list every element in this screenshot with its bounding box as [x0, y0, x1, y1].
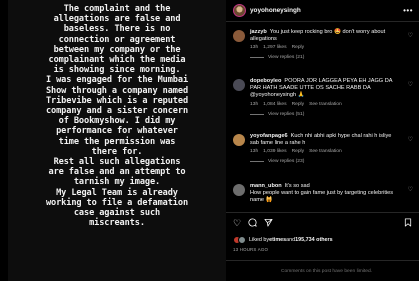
view-replies-button[interactable]: View replies (23)	[250, 159, 413, 164]
comment-meta: 13h 1,084 likes Reply See translation	[250, 102, 400, 107]
commenter-username[interactable]: dopeboyleo	[250, 78, 281, 84]
comment-heart-icon[interactable]: ♡	[408, 186, 413, 193]
comment-heart-icon[interactable]: ♡	[408, 32, 413, 39]
comment-time: 13h	[250, 45, 259, 51]
instagram-post-view: The complaint and the allegations are fa…	[0, 0, 419, 281]
likes-count[interactable]: 195,734 others	[295, 237, 332, 243]
comment-time: 13h	[250, 149, 259, 155]
commenter-username[interactable]: jazzyb	[250, 29, 267, 35]
comments-limited-notice: Comments on this post have been limited.	[226, 260, 419, 281]
liked-by-user[interactable]: etimes	[269, 237, 286, 243]
comment-heart-icon[interactable]: ♡	[408, 81, 413, 88]
post-header: yoyohoneysingh •••	[226, 0, 419, 22]
reply-button[interactable]: Reply	[292, 149, 305, 154]
see-translation-button[interactable]: See translation	[309, 149, 342, 154]
see-translation-button[interactable]: See translation	[309, 102, 342, 107]
comments-list: jazzyb You just keep rocking bro 🤩 don't …	[226, 22, 419, 212]
divider	[250, 57, 264, 59]
commenter-avatar[interactable]	[233, 184, 245, 196]
comment-text: yoyofanpage6 Kuch nhi abhi apki hype chal…	[250, 133, 400, 147]
share-icon[interactable]	[264, 218, 273, 229]
reply-button[interactable]: Reply	[292, 45, 305, 50]
comment-text: jazzyb You just keep rocking bro 🤩 don't …	[250, 29, 400, 43]
comment-likes[interactable]: 1,297 likes	[263, 45, 286, 50]
comment-item: mann_ubon It's so sad How people want to …	[233, 183, 413, 205]
view-replies-button[interactable]: View replies (51)	[250, 112, 413, 117]
avatar	[238, 236, 246, 244]
post-actions-bar: ♡	[226, 212, 419, 234]
comment-item: yoyofanpage6 Kuch nhi abhi apki hype chal…	[233, 133, 413, 164]
comment-item: jazzyb You just keep rocking bro 🤩 don't …	[233, 29, 413, 60]
view-replies-label: View replies (51)	[268, 111, 305, 117]
view-replies-button[interactable]: View replies (21)	[250, 55, 413, 60]
comment-likes[interactable]: 1,084 likes	[263, 102, 286, 107]
post-image[interactable]: The complaint and the allegations are fa…	[8, 0, 226, 281]
bookmark-icon[interactable]	[404, 218, 412, 229]
post-timestamp: 13 HOURS AGO	[233, 247, 269, 252]
reply-button[interactable]: Reply	[292, 102, 305, 107]
comment-heart-icon[interactable]: ♡	[408, 136, 413, 143]
commenter-avatar[interactable]	[233, 134, 245, 146]
comment-icon[interactable]	[248, 218, 257, 229]
likes-middle: and	[286, 237, 296, 243]
comment-time: 13h	[250, 101, 259, 107]
commenter-username[interactable]: mann_ubon	[250, 183, 282, 189]
more-horizontal-icon[interactable]: •••	[403, 6, 413, 15]
divider	[250, 161, 264, 163]
view-replies-label: View replies (21)	[268, 55, 305, 61]
post-image-text: The complaint and the allegations are fa…	[45, 4, 189, 229]
likes-summary[interactable]: Liked by etimes and 195,734 others	[233, 236, 333, 244]
comment-item: dopeboyleo POORA JOR LAGGEA PEYA EH JAGG …	[233, 78, 413, 117]
likes-prefix: Liked by	[249, 237, 270, 243]
comment-text: mann_ubon It's so sad How people want to …	[250, 183, 400, 205]
commenter-avatar[interactable]	[233, 79, 245, 91]
comment-body: You just keep rocking bro 🤩 don't worry …	[250, 29, 386, 43]
heart-outline-icon[interactable]: ♡	[233, 219, 241, 228]
liked-by-avatars	[233, 236, 246, 244]
view-replies-label: View replies (23)	[268, 159, 305, 165]
comment-likes[interactable]: 1,039 likes	[263, 149, 286, 154]
comments-limited-text: Comments on this post have been limited.	[281, 268, 373, 274]
comment-meta: 13h 1,039 likes Reply See translation	[250, 149, 400, 154]
post-side-panel: yoyohoneysingh ••• jazzyb You just keep r…	[226, 0, 419, 281]
commenter-username[interactable]: yoyofanpage6	[250, 133, 288, 139]
comment-text: dopeboyleo POORA JOR LAGGEA PEYA EH JAGG …	[250, 78, 400, 100]
commenter-avatar[interactable]	[233, 30, 245, 42]
comment-meta: 13h 1,297 likes Reply	[250, 45, 400, 50]
author-username[interactable]: yoyohoneysingh	[250, 7, 301, 14]
author-avatar[interactable]	[233, 4, 246, 17]
divider	[250, 113, 264, 115]
